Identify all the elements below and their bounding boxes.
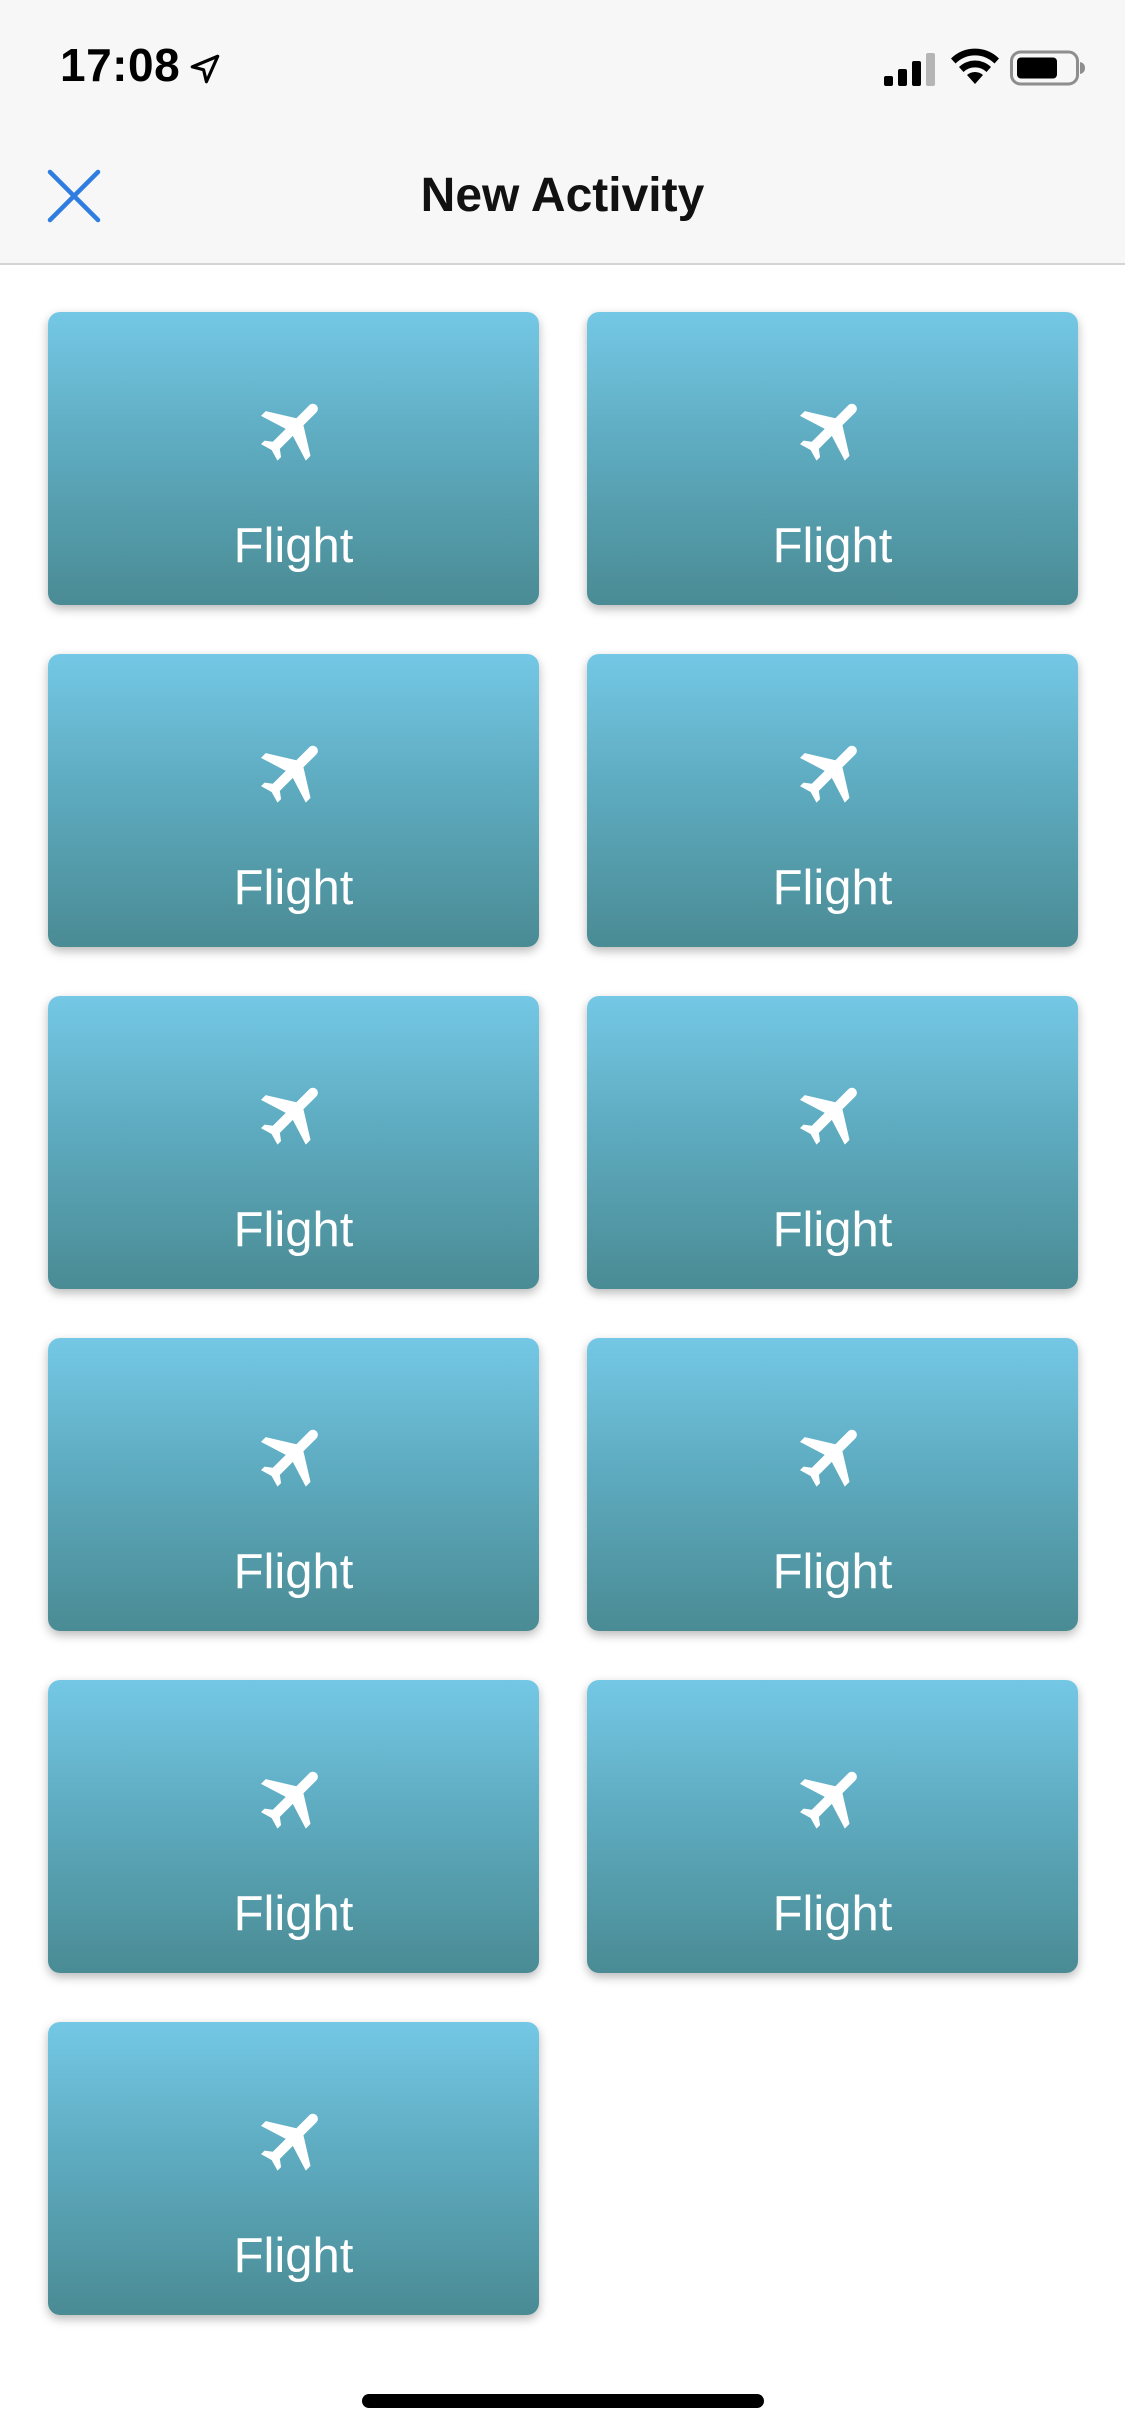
cellular-signal-icon bbox=[884, 53, 935, 86]
page-title: New Activity bbox=[420, 169, 705, 222]
airplane-icon bbox=[799, 1087, 857, 1145]
activity-tile-flight[interactable]: Flight bbox=[587, 654, 1078, 947]
screen: 17:08 New Activity Flight Flight Flight … bbox=[0, 0, 1125, 2436]
wifi-icon bbox=[951, 48, 999, 84]
tile-label: Flight bbox=[233, 2229, 354, 2283]
tile-label: Flight bbox=[772, 861, 893, 915]
activity-tile-flight[interactable]: Flight bbox=[48, 654, 539, 947]
activity-tile-flight[interactable]: Flight bbox=[587, 1338, 1078, 1631]
activity-tile-flight[interactable]: Flight bbox=[587, 996, 1078, 1289]
tile-label: Flight bbox=[233, 1545, 354, 1599]
activity-tile-flight[interactable]: Flight bbox=[48, 2022, 539, 2315]
tile-label: Flight bbox=[772, 1887, 893, 1941]
tile-label: Flight bbox=[233, 861, 354, 915]
airplane-icon bbox=[799, 403, 857, 461]
tile-label: Flight bbox=[233, 1887, 354, 1941]
airplane-icon bbox=[799, 745, 857, 803]
tile-label: Flight bbox=[772, 1545, 893, 1599]
activity-tile-flight[interactable]: Flight bbox=[48, 1680, 539, 1973]
battery-icon bbox=[1010, 50, 1085, 86]
tile-label: Flight bbox=[233, 519, 354, 573]
activity-tile-flight[interactable]: Flight bbox=[48, 312, 539, 605]
activity-tile-flight[interactable]: Flight bbox=[48, 1338, 539, 1631]
tile-label: Flight bbox=[233, 1203, 354, 1257]
airplane-icon bbox=[799, 1771, 857, 1829]
airplane-icon bbox=[260, 403, 318, 461]
activity-grid: Flight Flight Flight Flight Flight Fligh… bbox=[48, 312, 1078, 2315]
tile-label: Flight bbox=[772, 1203, 893, 1257]
activity-tile-flight[interactable]: Flight bbox=[587, 312, 1078, 605]
location-arrow-icon bbox=[190, 54, 220, 84]
status-time: 17:08 bbox=[60, 39, 181, 91]
home-indicator[interactable] bbox=[362, 2394, 764, 2408]
airplane-icon bbox=[260, 1429, 318, 1487]
activity-tile-flight[interactable]: Flight bbox=[587, 1680, 1078, 1973]
airplane-icon bbox=[260, 745, 318, 803]
activity-tile-flight[interactable]: Flight bbox=[48, 996, 539, 1289]
airplane-icon bbox=[260, 2113, 318, 2171]
airplane-icon bbox=[260, 1087, 318, 1145]
top-bar: 17:08 New Activity bbox=[0, 0, 1125, 265]
airplane-icon bbox=[260, 1771, 318, 1829]
tile-label: Flight bbox=[772, 519, 893, 573]
airplane-icon bbox=[799, 1429, 857, 1487]
